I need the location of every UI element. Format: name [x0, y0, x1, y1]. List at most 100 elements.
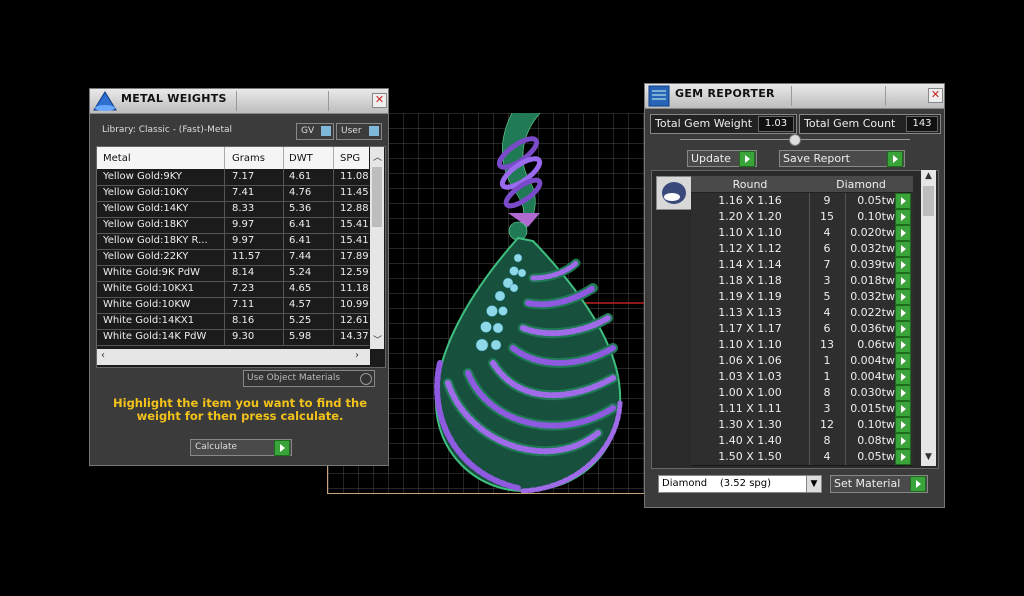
library-label: Library: Classic - (Fast)-Metal [102, 125, 233, 135]
set-material-button[interactable]: Set Material [830, 475, 928, 493]
play-icon[interactable] [895, 193, 911, 209]
gem-row[interactable]: 1.20 X 1.20 15 0.10tw [691, 209, 913, 226]
play-icon[interactable] [895, 273, 911, 289]
cell-spg: 12.61 [340, 315, 369, 326]
gem-row[interactable]: 1.11 X 1.11 3 0.015tw [691, 401, 913, 418]
slider-handle[interactable] [789, 134, 801, 146]
table-row[interactable]: Yellow Gold:22KY 11.57 7.44 17.89 [97, 249, 369, 266]
col-dwt[interactable]: DWT [289, 153, 313, 164]
close-icon[interactable]: ✕ [928, 88, 943, 103]
play-icon[interactable] [895, 289, 911, 305]
scroll-up-icon[interactable]: ▲ [925, 171, 932, 181]
gem-row[interactable]: 1.16 X 1.16 9 0.05tw [691, 193, 913, 210]
scroll-thumb[interactable] [923, 186, 934, 216]
gem-reporter-titlebar[interactable]: GEM REPORTER ✕ [645, 84, 944, 109]
col-diamond[interactable]: Diamond [809, 178, 913, 191]
table-row[interactable]: Yellow Gold:18KY R... 9.97 6.41 15.41 [97, 233, 369, 250]
cell-count: 6 [823, 322, 831, 335]
play-icon[interactable] [895, 225, 911, 241]
horizontal-scrollbar[interactable]: ‹ › [97, 349, 370, 365]
cell-tw: 0.004tw [850, 354, 895, 367]
calculate-button[interactable]: Calculate [190, 439, 292, 456]
play-icon[interactable] [895, 321, 911, 337]
gem-row[interactable]: 1.10 X 1.10 13 0.06tw [691, 337, 913, 354]
scroll-right-icon[interactable]: › [355, 350, 359, 361]
gem-row[interactable]: 1.12 X 1.12 6 0.032tw [691, 241, 913, 258]
play-icon[interactable] [895, 209, 911, 225]
cell-dwt: 5.25 [289, 315, 312, 326]
cell-count: 13 [820, 338, 834, 351]
gem-row[interactable]: 1.03 X 1.03 1 0.004tw [691, 369, 913, 386]
table-row[interactable]: Yellow Gold:18KY 9.97 6.41 15.41 [97, 217, 369, 234]
table-row[interactable]: White Gold:10KX1 7.23 4.65 11.18 [97, 281, 369, 298]
play-icon[interactable] [895, 401, 911, 417]
play-icon[interactable] [895, 241, 911, 257]
play-icon[interactable] [895, 369, 911, 385]
gem-row[interactable]: 1.00 X 1.00 8 0.030tw [691, 385, 913, 402]
gem-row[interactable]: 1.14 X 1.14 7 0.039tw [691, 257, 913, 274]
play-icon[interactable] [895, 257, 911, 273]
play-icon[interactable] [895, 417, 911, 433]
cell-count: 15 [820, 210, 834, 223]
col-round[interactable]: Round [691, 178, 809, 191]
material-select[interactable]: Diamond (3.52 spg) ▼ [658, 475, 822, 493]
table-row[interactable]: White Gold:14K PdW 9.30 5.98 14.37 [97, 329, 369, 346]
cell-tw: 0.015tw [850, 402, 895, 415]
gv-label: GV [301, 126, 315, 136]
gem-row[interactable]: 1.18 X 1.18 3 0.018tw [691, 273, 913, 290]
vertical-scrollbar[interactable]: ▲ ▼ [921, 170, 936, 466]
col-grams[interactable]: Grams [232, 153, 265, 164]
save-report-button[interactable]: Save Report [779, 150, 905, 167]
cell-metal: White Gold:9K PdW [103, 267, 200, 278]
play-icon[interactable] [895, 449, 911, 465]
play-icon[interactable] [895, 305, 911, 321]
gv-toggle[interactable]: GV [296, 123, 334, 140]
gem-row[interactable]: 1.06 X 1.06 1 0.004tw [691, 353, 913, 370]
cell-grams: 9.97 [232, 235, 255, 246]
table-row[interactable]: Yellow Gold:14KY 8.33 5.36 12.88 [97, 201, 369, 218]
round-gem-thumbnail[interactable] [656, 176, 692, 210]
table-row[interactable]: White Gold:10KW 7.11 4.57 10.99 [97, 297, 369, 314]
scroll-up-icon[interactable]: ︿ [373, 150, 382, 163]
play-icon[interactable] [895, 337, 911, 353]
metal-weights-title: METAL WEIGHTS [121, 92, 227, 105]
play-icon[interactable] [895, 385, 911, 401]
cell-count: 3 [823, 274, 831, 287]
cell-size: 1.13 X 1.13 [718, 306, 782, 319]
play-icon[interactable] [895, 353, 911, 369]
gem-row[interactable]: 1.19 X 1.19 5 0.032tw [691, 289, 913, 306]
close-icon[interactable]: ✕ [372, 93, 387, 108]
gem-row[interactable]: 1.10 X 1.10 4 0.020tw [691, 225, 913, 242]
cell-size: 1.40 X 1.40 [718, 434, 782, 447]
cell-count: 8 [823, 434, 831, 447]
col-metal[interactable]: Metal [103, 153, 131, 164]
cell-count: 7 [823, 258, 831, 271]
table-row[interactable]: White Gold:9K PdW 8.14 5.24 12.59 [97, 265, 369, 282]
scroll-down-icon[interactable]: ﹀ [373, 333, 382, 346]
gem-row[interactable]: 1.30 X 1.30 12 0.10tw [691, 417, 913, 434]
gem-row[interactable]: 1.17 X 1.17 6 0.036tw [691, 321, 913, 338]
col-spg[interactable]: SPG [340, 153, 360, 164]
gem-row[interactable]: 1.13 X 1.13 4 0.022tw [691, 305, 913, 322]
play-icon[interactable] [895, 433, 911, 449]
scroll-down-icon[interactable]: ▼ [925, 452, 932, 462]
scroll-left-icon[interactable]: ‹ [101, 350, 105, 361]
scroll-thumb[interactable] [372, 167, 382, 227]
table-row[interactable]: Yellow Gold:9KY 7.17 4.61 11.08 [97, 169, 369, 186]
table-row[interactable]: Yellow Gold:10KY 7.41 4.76 11.45 [97, 185, 369, 202]
use-object-materials-checkbox[interactable]: Use Object Materials [243, 370, 375, 387]
chevron-down-icon[interactable]: ▼ [806, 476, 821, 492]
table-row[interactable]: White Gold:14KX1 8.16 5.25 12.61 [97, 313, 369, 330]
cell-grams: 8.14 [232, 267, 255, 278]
update-button[interactable]: Update [687, 150, 757, 167]
gem-row[interactable]: 1.40 X 1.40 8 0.08tw [691, 433, 913, 450]
vertical-scrollbar[interactable]: ︿ ﹀ [370, 147, 384, 349]
cell-size: 1.17 X 1.17 [718, 322, 782, 335]
cell-tw: 0.032tw [850, 290, 895, 303]
user-toggle[interactable]: User [336, 123, 382, 140]
metal-table-header: Metal Grams DWT SPG [97, 147, 369, 169]
gem-row[interactable]: 1.50 X 1.50 4 0.05tw [691, 449, 913, 466]
cell-tw: 0.032tw [850, 242, 895, 255]
cell-metal: White Gold:10KX1 [103, 283, 195, 294]
metal-weights-titlebar[interactable]: METAL WEIGHTS ✕ [90, 89, 388, 114]
